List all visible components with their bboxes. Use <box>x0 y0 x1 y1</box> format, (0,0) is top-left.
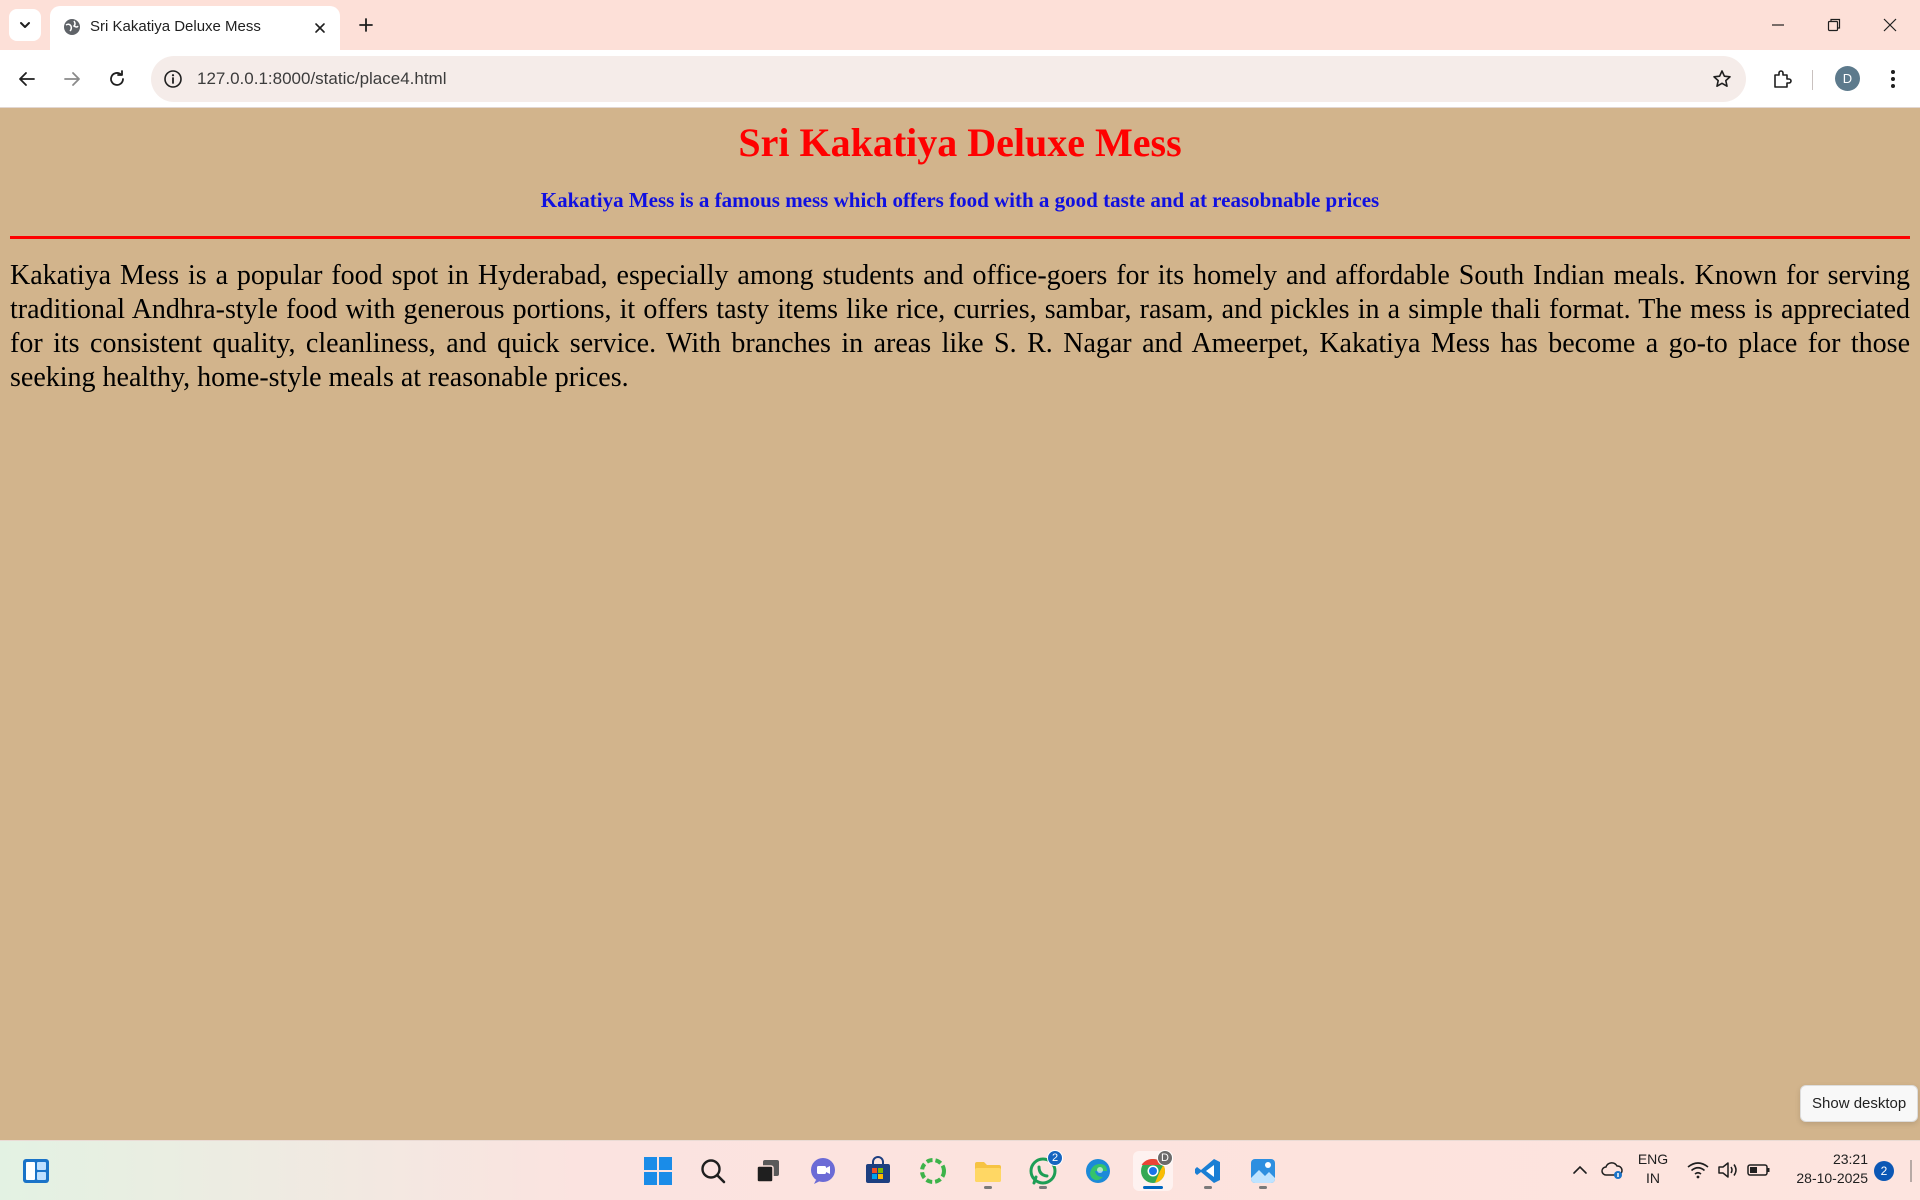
clock-date: 28-10-2025 <box>1796 1170 1868 1186</box>
address-bar[interactable]: 127.0.0.1:8000/static/place4.html <box>151 56 1746 102</box>
new-tab-button[interactable] <box>351 10 381 40</box>
show-desktop-tooltip: Show desktop <box>1800 1085 1919 1122</box>
url-text[interactable]: 127.0.0.1:8000/static/place4.html <box>197 69 447 89</box>
battery-icon <box>1747 1164 1770 1176</box>
close-icon <box>315 23 325 33</box>
chevron-down-icon <box>20 22 30 28</box>
clock[interactable]: 23:21 28-10-2025 <box>1786 1150 1868 1188</box>
ring-app-icon <box>920 1158 946 1184</box>
language-indicator[interactable]: ENG IN <box>1636 1150 1670 1188</box>
tab-search-button[interactable] <box>9 9 41 41</box>
wifi-icon <box>1687 1162 1709 1179</box>
tab-close-button[interactable] <box>309 17 331 39</box>
whatsapp-unread-badge: 2 <box>1047 1150 1063 1166</box>
store-icon <box>866 1156 890 1183</box>
plus-icon <box>359 18 373 32</box>
puzzle-icon <box>1774 70 1792 88</box>
browser-toolbar: 127.0.0.1:8000/static/place4.html D <box>0 50 1920 108</box>
page-subtitle: Kakatiya Mess is a famous mess which off… <box>540 188 1380 212</box>
language-code: ENG <box>1637 1151 1669 1167</box>
forward-button[interactable] <box>56 63 88 95</box>
windows-icon <box>644 1157 672 1185</box>
file-explorer-button[interactable] <box>968 1151 1008 1191</box>
widgets-button[interactable] <box>16 1151 56 1191</box>
running-indicator <box>1143 1186 1163 1189</box>
reload-button[interactable] <box>101 63 133 95</box>
description-paragraph: Kakatiya Mess is a popular food spot in … <box>10 260 1910 394</box>
page-title: Sri Kakatiya Deluxe Mess <box>738 120 1182 165</box>
close-icon <box>1883 18 1897 32</box>
speaker-icon <box>1718 1162 1737 1178</box>
wifi-button[interactable] <box>1686 1140 1710 1200</box>
running-indicator <box>1039 1186 1047 1189</box>
battery-button[interactable] <box>1746 1140 1772 1200</box>
volume-button[interactable] <box>1716 1140 1740 1200</box>
folder-icon <box>975 1162 1001 1182</box>
divider <box>10 236 1910 240</box>
page-content: Sri Kakatiya Deluxe Mess Kakatiya Mess i… <box>0 109 1920 1140</box>
app-ring-button[interactable] <box>913 1151 953 1191</box>
arrow-right-icon <box>64 72 80 86</box>
chevron-up-icon <box>1573 1165 1587 1174</box>
vscode-icon <box>1195 1159 1220 1183</box>
globe-icon <box>64 19 80 35</box>
toolbar-separator <box>1812 70 1813 90</box>
reload-icon <box>110 70 124 86</box>
close-window-button[interactable] <box>1862 0 1918 50</box>
clock-time: 23:21 <box>1832 1151 1868 1167</box>
region-code: IN <box>1646 1170 1660 1186</box>
show-hidden-icons-button[interactable] <box>1568 1140 1592 1200</box>
info-icon <box>164 70 182 88</box>
whatsapp-button[interactable]: 2 <box>1023 1150 1063 1191</box>
site-info-button[interactable] <box>161 67 185 91</box>
photos-button[interactable] <box>1243 1151 1283 1191</box>
minimize-icon <box>1772 24 1784 26</box>
more-vertical-icon <box>1891 70 1895 88</box>
restore-button[interactable] <box>1806 0 1862 50</box>
arrow-left-icon <box>19 72 35 86</box>
task-view-icon <box>756 1160 779 1183</box>
search-button[interactable] <box>693 1151 733 1191</box>
running-indicator <box>1259 1186 1267 1189</box>
tab-title: Sri Kakatiya Deluxe Mess <box>90 18 261 35</box>
restore-icon <box>1827 18 1841 32</box>
chat-icon <box>811 1158 835 1184</box>
taskbar: 2 D <box>0 1140 1920 1200</box>
browser-tab[interactable]: Sri Kakatiya Deluxe Mess <box>50 6 340 50</box>
cloud-icon <box>1601 1162 1623 1179</box>
widgets-icon <box>23 1159 49 1183</box>
edge-icon <box>1086 1159 1110 1183</box>
back-button[interactable] <box>11 63 43 95</box>
chrome-profile-badge: D <box>1157 1150 1173 1166</box>
browser-menu-button[interactable] <box>1880 63 1906 95</box>
photos-icon <box>1251 1159 1275 1183</box>
minimize-button[interactable] <box>1750 0 1806 50</box>
start-button[interactable] <box>638 1151 678 1191</box>
task-view-button[interactable] <box>748 1151 788 1191</box>
bookmark-button[interactable] <box>1710 67 1734 91</box>
running-indicator <box>984 1186 992 1189</box>
notification-count-badge[interactable]: 2 <box>1874 1161 1894 1181</box>
running-indicator <box>1204 1186 1212 1189</box>
edge-button[interactable] <box>1078 1151 1118 1191</box>
search-icon <box>701 1159 726 1184</box>
profile-avatar[interactable]: D <box>1835 66 1860 91</box>
chrome-button[interactable]: D <box>1133 1150 1173 1191</box>
teams-chat-button[interactable] <box>803 1151 843 1191</box>
show-desktop-button[interactable] <box>1910 1160 1912 1182</box>
onedrive-button[interactable] <box>1598 1140 1626 1200</box>
star-icon <box>1713 70 1731 87</box>
vscode-button[interactable] <box>1188 1151 1228 1191</box>
extensions-button[interactable] <box>1766 63 1798 95</box>
tab-strip: Sri Kakatiya Deluxe Mess <box>0 0 1920 50</box>
microsoft-store-button[interactable] <box>858 1151 898 1191</box>
